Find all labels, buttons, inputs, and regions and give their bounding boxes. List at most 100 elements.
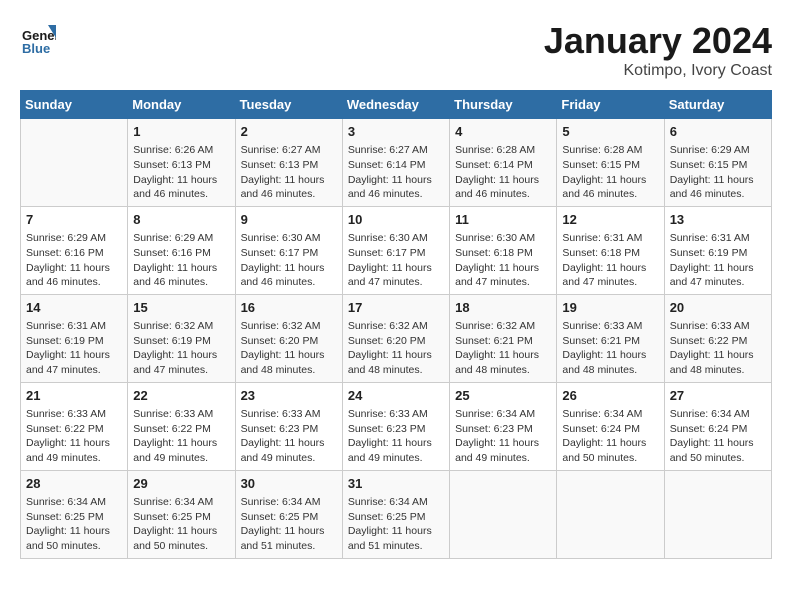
calendar-cell — [664, 470, 771, 558]
calendar-body: 1 Sunrise: 6:26 AMSunset: 6:13 PMDaylight… — [21, 119, 772, 559]
day-info: Sunrise: 6:34 AMSunset: 6:25 PMDaylight:… — [26, 495, 122, 554]
header-cell-thursday: Thursday — [450, 91, 557, 119]
day-info: Sunrise: 6:27 AMSunset: 6:13 PMDaylight:… — [241, 143, 337, 202]
day-info: Sunrise: 6:29 AMSunset: 6:15 PMDaylight:… — [670, 143, 766, 202]
day-number: 22 — [133, 387, 229, 405]
day-info: Sunrise: 6:28 AMSunset: 6:15 PMDaylight:… — [562, 143, 658, 202]
day-info: Sunrise: 6:33 AMSunset: 6:23 PMDaylight:… — [348, 407, 444, 466]
day-number: 14 — [26, 299, 122, 317]
day-info: Sunrise: 6:33 AMSunset: 6:22 PMDaylight:… — [133, 407, 229, 466]
day-info: Sunrise: 6:31 AMSunset: 6:19 PMDaylight:… — [26, 319, 122, 378]
day-number: 30 — [241, 475, 337, 493]
day-info: Sunrise: 6:34 AMSunset: 6:25 PMDaylight:… — [348, 495, 444, 554]
month-title: January 2024 — [544, 20, 772, 62]
day-number: 5 — [562, 123, 658, 141]
header-cell-wednesday: Wednesday — [342, 91, 449, 119]
calendar-cell: 30 Sunrise: 6:34 AMSunset: 6:25 PMDayligh… — [235, 470, 342, 558]
day-number: 17 — [348, 299, 444, 317]
calendar-cell: 25Sunrise: 6:34 AMSunset: 6:23 PMDayligh… — [450, 382, 557, 470]
calendar-cell: 11 Sunrise: 6:30 AMSunset: 6:18 PMDayligh… — [450, 206, 557, 294]
calendar-cell: 23 Sunrise: 6:33 AMSunset: 6:23 PMDayligh… — [235, 382, 342, 470]
day-number: 3 — [348, 123, 444, 141]
page-header: General Blue January 2024 Kotimpo, Ivory… — [20, 20, 772, 80]
location: Kotimpo, Ivory Coast — [544, 62, 772, 80]
calendar-cell: 13 Sunrise: 6:31 AMSunset: 6:19 PMDayligh… — [664, 206, 771, 294]
calendar-cell — [21, 119, 128, 207]
day-number: 21 — [26, 387, 122, 405]
calendar-table: SundayMondayTuesdayWednesdayThursdayFrid… — [20, 90, 772, 559]
calendar-cell: 27Sunrise: 6:34 AMSunset: 6:24 PMDayligh… — [664, 382, 771, 470]
calendar-week-row: 7Sunrise: 6:29 AMSunset: 6:16 PMDaylight… — [21, 206, 772, 294]
logo-icon: General Blue — [20, 20, 56, 56]
calendar-cell: 29 Sunrise: 6:34 AMSunset: 6:25 PMDayligh… — [128, 470, 235, 558]
calendar-cell: 6 Sunrise: 6:29 AMSunset: 6:15 PMDaylight… — [664, 119, 771, 207]
calendar-cell: 3 Sunrise: 6:27 AMSunset: 6:14 PMDaylight… — [342, 119, 449, 207]
calendar-cell: 8Sunrise: 6:29 AMSunset: 6:16 PMDaylight… — [128, 206, 235, 294]
day-number: 4 — [455, 123, 551, 141]
day-info: Sunrise: 6:32 AMSunset: 6:19 PMDaylight:… — [133, 319, 229, 378]
day-info: Sunrise: 6:31 AMSunset: 6:19 PMDaylight:… — [670, 231, 766, 290]
day-number: 12 — [562, 211, 658, 229]
calendar-cell: 26 Sunrise: 6:34 AMSunset: 6:24 PMDayligh… — [557, 382, 664, 470]
day-info: Sunrise: 6:33 AMSunset: 6:21 PMDaylight:… — [562, 319, 658, 378]
day-number: 24 — [348, 387, 444, 405]
day-info: Sunrise: 6:34 AMSunset: 6:25 PMDaylight:… — [241, 495, 337, 554]
day-info: Sunrise: 6:29 AMSunset: 6:16 PMDaylight:… — [26, 231, 122, 290]
calendar-cell: 9 Sunrise: 6:30 AMSunset: 6:17 PMDaylight… — [235, 206, 342, 294]
day-number: 26 — [562, 387, 658, 405]
day-info: Sunrise: 6:29 AMSunset: 6:16 PMDaylight:… — [133, 231, 229, 290]
calendar-cell: 17Sunrise: 6:32 AMSunset: 6:20 PMDayligh… — [342, 294, 449, 382]
day-info: Sunrise: 6:27 AMSunset: 6:14 PMDaylight:… — [348, 143, 444, 202]
day-number: 19 — [562, 299, 658, 317]
day-number: 20 — [670, 299, 766, 317]
header-cell-tuesday: Tuesday — [235, 91, 342, 119]
day-info: Sunrise: 6:31 AMSunset: 6:18 PMDaylight:… — [562, 231, 658, 290]
day-number: 16 — [241, 299, 337, 317]
day-info: Sunrise: 6:33 AMSunset: 6:22 PMDaylight:… — [26, 407, 122, 466]
day-number: 28 — [26, 475, 122, 493]
day-info: Sunrise: 6:32 AMSunset: 6:21 PMDaylight:… — [455, 319, 551, 378]
day-number: 2 — [241, 123, 337, 141]
calendar-cell: 28 Sunrise: 6:34 AMSunset: 6:25 PMDayligh… — [21, 470, 128, 558]
day-info: Sunrise: 6:34 AMSunset: 6:25 PMDaylight:… — [133, 495, 229, 554]
calendar-cell: 22 Sunrise: 6:33 AMSunset: 6:22 PMDayligh… — [128, 382, 235, 470]
day-number: 23 — [241, 387, 337, 405]
calendar-week-row: 28 Sunrise: 6:34 AMSunset: 6:25 PMDayligh… — [21, 470, 772, 558]
calendar-cell: 16 Sunrise: 6:32 AMSunset: 6:20 PMDayligh… — [235, 294, 342, 382]
day-number: 10 — [348, 211, 444, 229]
day-info: Sunrise: 6:28 AMSunset: 6:14 PMDaylight:… — [455, 143, 551, 202]
header-cell-saturday: Saturday — [664, 91, 771, 119]
svg-text:Blue: Blue — [22, 41, 50, 56]
calendar-cell: 21 Sunrise: 6:33 AMSunset: 6:22 PMDayligh… — [21, 382, 128, 470]
calendar-cell: 12 Sunrise: 6:31 AMSunset: 6:18 PMDayligh… — [557, 206, 664, 294]
day-number: 13 — [670, 211, 766, 229]
header-cell-monday: Monday — [128, 91, 235, 119]
calendar-week-row: 1 Sunrise: 6:26 AMSunset: 6:13 PMDaylight… — [21, 119, 772, 207]
day-info: Sunrise: 6:33 AMSunset: 6:23 PMDaylight:… — [241, 407, 337, 466]
day-number: 25 — [455, 387, 551, 405]
day-number: 6 — [670, 123, 766, 141]
day-number: 29 — [133, 475, 229, 493]
calendar-cell — [557, 470, 664, 558]
day-number: 11 — [455, 211, 551, 229]
day-number: 31 — [348, 475, 444, 493]
day-info: Sunrise: 6:30 AMSunset: 6:17 PMDaylight:… — [241, 231, 337, 290]
day-number: 18 — [455, 299, 551, 317]
day-number: 9 — [241, 211, 337, 229]
header-cell-friday: Friday — [557, 91, 664, 119]
day-info: Sunrise: 6:34 AMSunset: 6:24 PMDaylight:… — [562, 407, 658, 466]
calendar-cell: 31 Sunrise: 6:34 AMSunset: 6:25 PMDayligh… — [342, 470, 449, 558]
day-info: Sunrise: 6:33 AMSunset: 6:22 PMDaylight:… — [670, 319, 766, 378]
day-number: 15 — [133, 299, 229, 317]
day-info: Sunrise: 6:32 AMSunset: 6:20 PMDaylight:… — [241, 319, 337, 378]
calendar-cell: 14 Sunrise: 6:31 AMSunset: 6:19 PMDayligh… — [21, 294, 128, 382]
day-info: Sunrise: 6:30 AMSunset: 6:18 PMDaylight:… — [455, 231, 551, 290]
calendar-cell: 20 Sunrise: 6:33 AMSunset: 6:22 PMDayligh… — [664, 294, 771, 382]
day-number: 1 — [133, 123, 229, 141]
calendar-cell: 24 Sunrise: 6:33 AMSunset: 6:23 PMDayligh… — [342, 382, 449, 470]
calendar-cell: 2 Sunrise: 6:27 AMSunset: 6:13 PMDaylight… — [235, 119, 342, 207]
calendar-cell: 15 Sunrise: 6:32 AMSunset: 6:19 PMDayligh… — [128, 294, 235, 382]
calendar-cell: 19 Sunrise: 6:33 AMSunset: 6:21 PMDayligh… — [557, 294, 664, 382]
day-info: Sunrise: 6:26 AMSunset: 6:13 PMDaylight:… — [133, 143, 229, 202]
calendar-cell: 10Sunrise: 6:30 AMSunset: 6:17 PMDayligh… — [342, 206, 449, 294]
